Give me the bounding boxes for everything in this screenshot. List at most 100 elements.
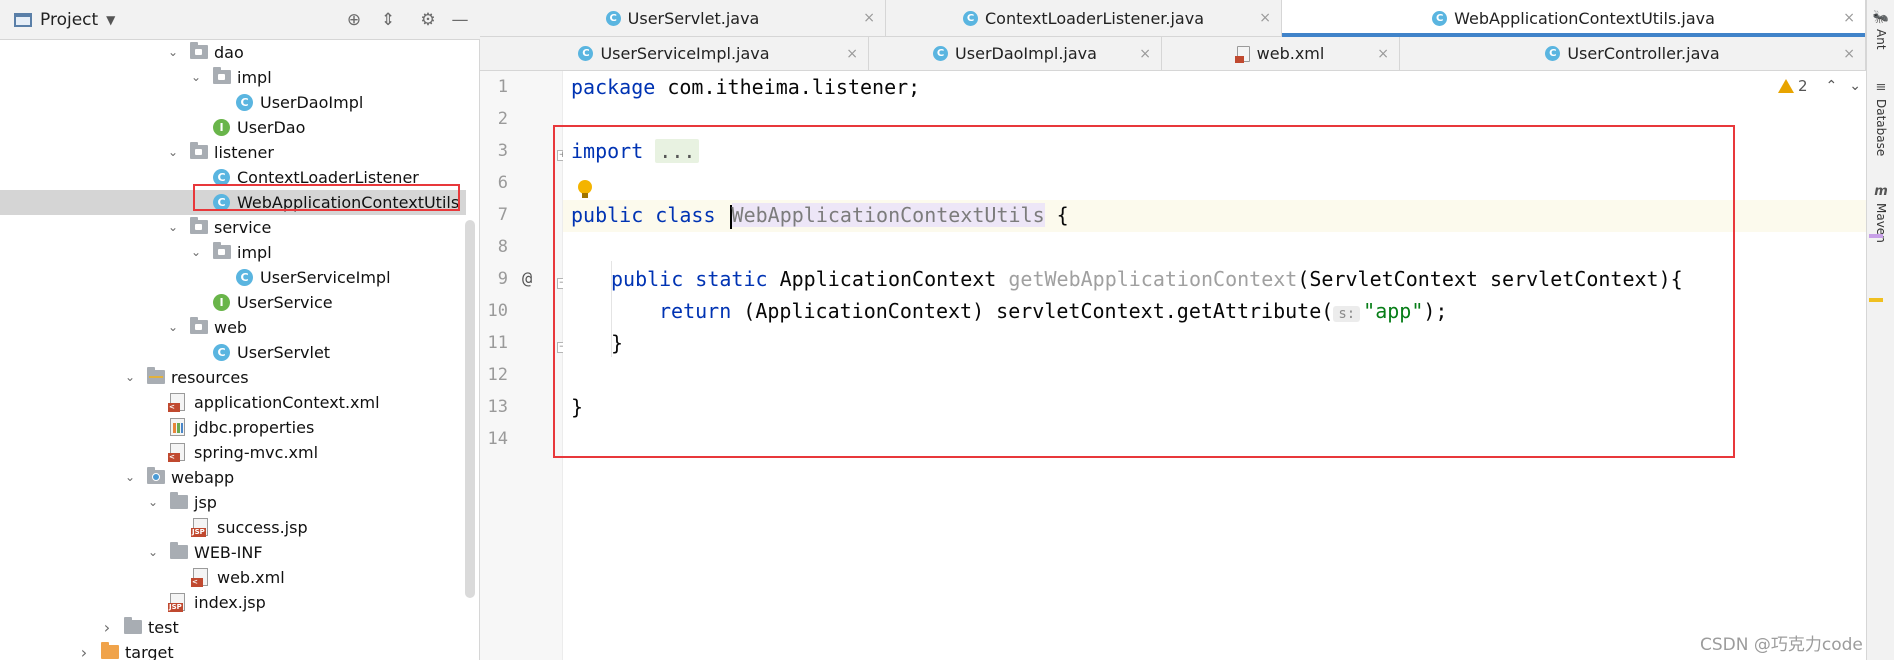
jsp-file-icon: JSP <box>168 593 185 612</box>
chevron-down-icon[interactable]: ▼ <box>106 13 115 27</box>
maven-icon: m <box>1874 184 1888 199</box>
close-icon[interactable]: × <box>863 10 875 26</box>
editor-tab[interactable]: C UserController.java × <box>1400 37 1866 70</box>
tree-item[interactable]: C UserDaoImpl <box>0 90 466 115</box>
tree-item[interactable]: < web.xml <box>0 565 466 590</box>
class-icon: C <box>578 46 594 61</box>
error-stripe-mark[interactable] <box>1869 234 1883 238</box>
properties-file-icon <box>170 418 185 436</box>
tree-item[interactable]: ⌄ dao <box>0 40 466 65</box>
tree-item[interactable]: ⌄ webapp <box>0 465 466 490</box>
collapse-all-icon[interactable]: ⇕ <box>377 9 399 31</box>
error-stripe-mark[interactable] <box>1869 298 1883 302</box>
close-icon[interactable]: × <box>846 46 858 62</box>
class-icon: C <box>1432 10 1448 26</box>
tree-item[interactable]: jdbc.properties <box>0 415 466 440</box>
class-icon: C <box>236 94 253 111</box>
tree-item-label: resources <box>171 368 249 387</box>
tree-item[interactable]: ⌄ WEB-INF <box>0 540 466 565</box>
chevron-down-icon[interactable]: ⌄ <box>146 545 160 559</box>
tab-label: WebApplicationContextUtils.java <box>1454 8 1715 28</box>
tree-item[interactable]: C UserServiceImpl <box>0 265 466 290</box>
tree-item-label: dao <box>214 43 244 62</box>
close-icon[interactable]: × <box>1259 10 1271 26</box>
editor-tab[interactable]: C UserServlet.java × <box>480 0 886 36</box>
tool-label: Ant <box>1874 29 1888 50</box>
chevron-down-icon[interactable]: ⌄ <box>166 220 180 234</box>
close-icon[interactable]: × <box>1377 46 1389 62</box>
tree-scrollbar[interactable] <box>465 220 475 598</box>
line-number: 2 <box>497 109 508 129</box>
tree-item[interactable]: C UserServlet <box>0 340 466 365</box>
database-tool-button[interactable]: ≡ Database <box>1867 80 1894 156</box>
locate-icon[interactable]: ⊕ <box>343 9 365 31</box>
tree-item-label: test <box>148 618 179 637</box>
tree-item-label: index.jsp <box>194 593 266 612</box>
tree-item[interactable]: ⌄ service <box>0 215 466 240</box>
chevron-down-icon[interactable]: ⌄ <box>123 470 137 484</box>
chevron-down-icon[interactable]: ⌄ <box>1849 78 1861 94</box>
code-highlight-box <box>553 125 1735 458</box>
tree-item-label: UserServlet <box>237 343 331 362</box>
editor-tab[interactable]: web.xml × <box>1162 37 1400 70</box>
tree-item[interactable]: ⌄ listener <box>0 140 466 165</box>
tree-item[interactable]: › target <box>0 640 466 660</box>
tree-item-label: web <box>214 318 248 337</box>
tree-item[interactable]: › test <box>0 615 466 640</box>
editor-tab[interactable]: C UserServiceImpl.java × <box>480 37 869 70</box>
tree-item-label: applicationContext.xml <box>194 393 380 412</box>
project-tool-window: Project ▼ ⊕ ⇕ ⚙ — ⌄ dao ⌄ impl C UserDaoImpl I… <box>0 0 480 660</box>
xml-file-icon: < <box>168 443 185 462</box>
chevron-right-icon[interactable]: › <box>100 618 114 637</box>
tree-item[interactable]: I UserService <box>0 290 466 315</box>
warning-count: 2 <box>1798 77 1808 95</box>
tree-item[interactable]: JSP success.jsp <box>0 515 466 540</box>
tree-item[interactable]: I UserDao <box>0 115 466 140</box>
project-window-icon <box>14 12 32 27</box>
xml-file-icon: < <box>191 568 208 587</box>
chevron-down-icon[interactable]: ⌄ <box>166 320 180 334</box>
line-number: 10 <box>487 301 508 321</box>
project-tree[interactable]: ⌄ dao ⌄ impl C UserDaoImpl I UserDao ⌄ listener C C… <box>0 40 480 660</box>
ant-tool-button[interactable]: 🐜 Ant <box>1867 10 1894 50</box>
tree-item[interactable]: < applicationContext.xml <box>0 390 466 415</box>
close-icon[interactable]: × <box>1843 46 1855 62</box>
project-view-selector[interactable]: Project <box>40 10 98 30</box>
editor-tab[interactable]: C ContextLoaderListener.java × <box>886 0 1282 36</box>
tree-item[interactable]: ⌄ web <box>0 315 466 340</box>
jsp-file-icon: JSP <box>191 518 208 537</box>
chevron-down-icon[interactable]: ⌄ <box>146 495 160 509</box>
chevron-up-icon[interactable]: ⌃ <box>1826 78 1838 94</box>
tree-item-label: WEB-INF <box>194 543 263 562</box>
gear-icon[interactable]: ⚙ <box>417 9 439 31</box>
implements-marker-icon[interactable]: @ <box>522 269 532 289</box>
chevron-down-icon[interactable]: ⌄ <box>123 370 137 384</box>
tree-item[interactable]: JSP index.jsp <box>0 590 466 615</box>
tree-item[interactable]: ⌄ jsp <box>0 490 466 515</box>
editor-tab[interactable]: C UserDaoImpl.java × <box>869 37 1162 70</box>
chevron-down-icon[interactable]: ⌄ <box>166 45 180 59</box>
chevron-down-icon[interactable]: ⌄ <box>189 70 203 84</box>
editor-tabs-row-2: C UserServiceImpl.java × C UserDaoImpl.java ×… <box>480 37 1866 71</box>
tree-item-label: jsp <box>194 493 217 512</box>
hide-panel-icon[interactable]: — <box>449 9 471 31</box>
close-icon[interactable]: × <box>1843 10 1855 26</box>
tree-item[interactable]: ⌄ impl <box>0 240 466 265</box>
tree-item[interactable]: ⌄ resources <box>0 365 466 390</box>
ant-icon: 🐜 <box>1872 10 1890 25</box>
project-header: Project ▼ ⊕ ⇕ ⚙ — <box>0 0 480 40</box>
excluded-folder-icon <box>101 642 119 659</box>
close-icon[interactable]: × <box>1139 46 1151 62</box>
tree-item[interactable]: < spring-mvc.xml <box>0 440 466 465</box>
tab-label: UserController.java <box>1567 44 1720 63</box>
class-icon: C <box>933 46 949 61</box>
chevron-down-icon[interactable]: ⌄ <box>166 145 180 159</box>
inspection-widget[interactable]: 2 ⌃ ⌄ <box>1778 77 1861 95</box>
editor-gutter: 1 2 3 6 7 8 9 10 11 12 13 14 @ + − − <box>480 71 568 660</box>
tree-item[interactable]: ⌄ impl <box>0 65 466 90</box>
editor-tab[interactable]: C WebApplicationContextUtils.java × <box>1282 0 1866 37</box>
tab-label: UserServlet.java <box>627 8 760 28</box>
chevron-right-icon[interactable]: › <box>77 643 91 660</box>
chevron-down-icon[interactable]: ⌄ <box>189 245 203 259</box>
tab-label: UserDaoImpl.java <box>955 44 1097 63</box>
